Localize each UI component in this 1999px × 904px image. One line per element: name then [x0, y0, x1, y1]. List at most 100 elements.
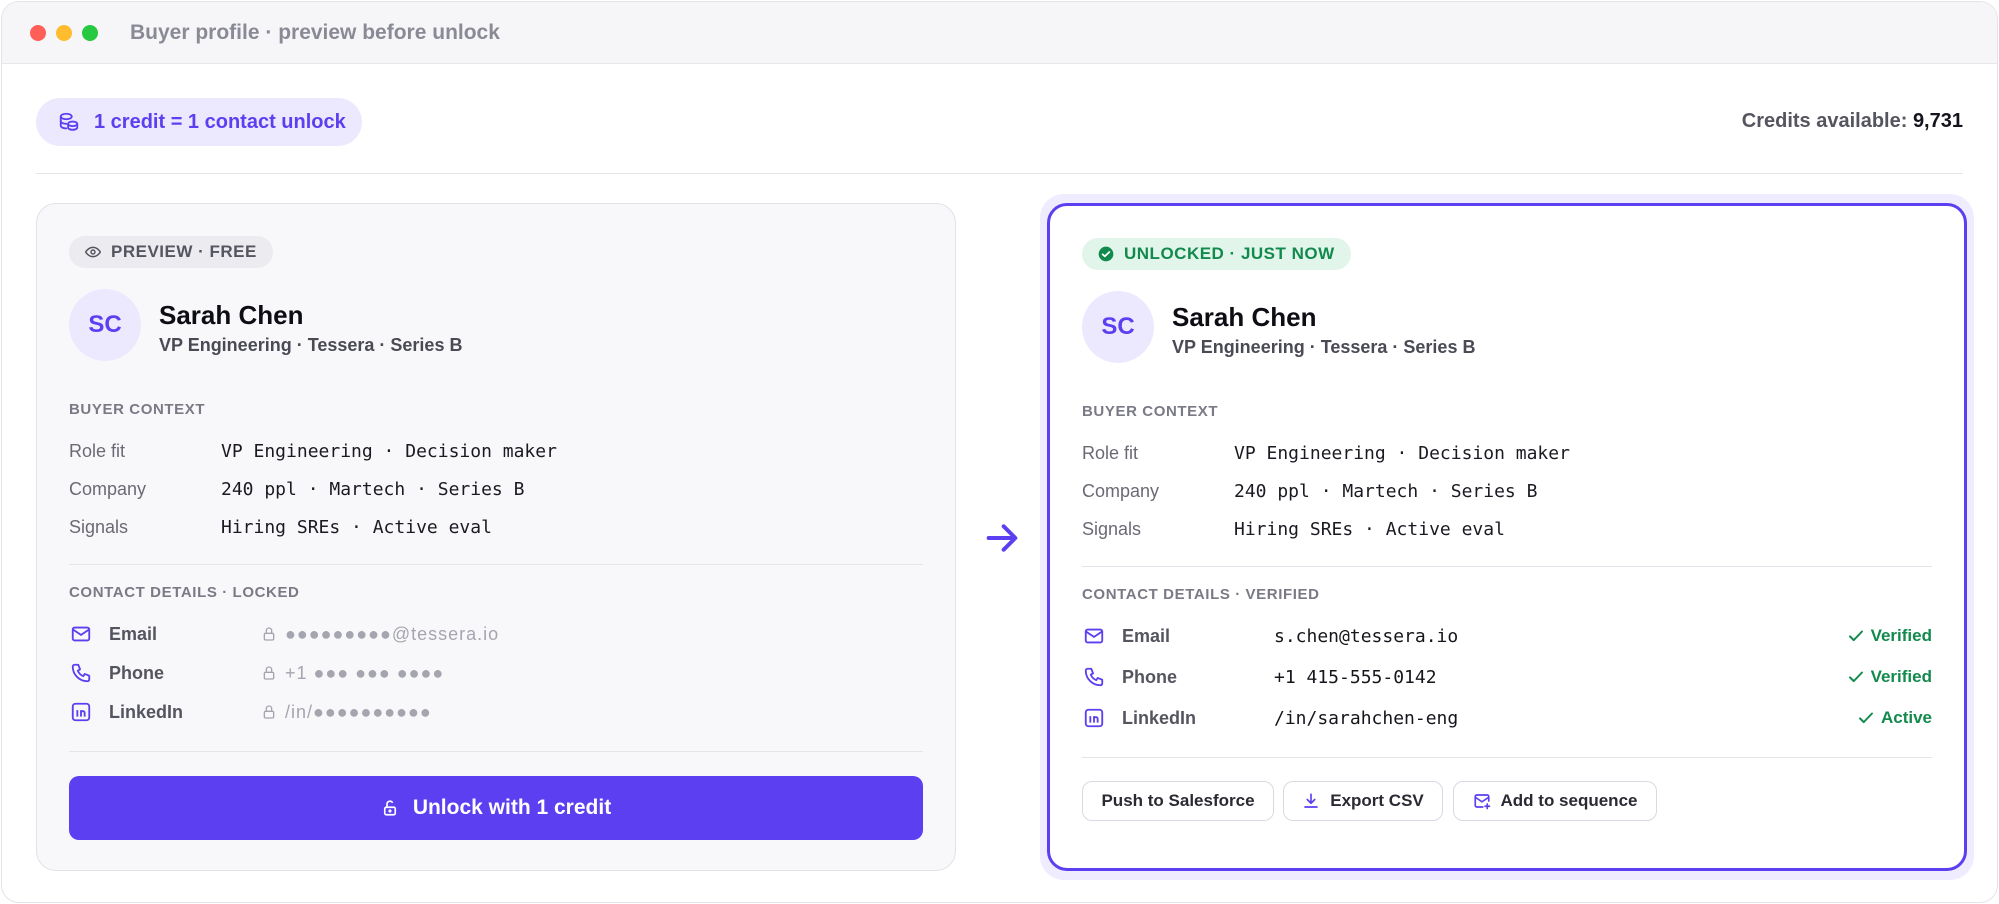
- phone-value[interactable]: +1 415-555-0142: [1274, 667, 1437, 688]
- push-to-salesforce-label: Push to Salesforce: [1101, 791, 1255, 810]
- context-row-signals: Signals Hiring SREs · Active eval: [1082, 517, 1505, 541]
- export-csv-label: Export CSV: [1330, 791, 1424, 810]
- add-to-sequence-label: Add to sequence: [1500, 791, 1638, 810]
- check-icon: [1858, 712, 1873, 724]
- email-value[interactable]: s.chen@tessera.io: [1274, 626, 1458, 647]
- contact-key: Phone: [1122, 666, 1178, 687]
- context-key: Role fit: [69, 440, 126, 461]
- phone-icon: [1082, 665, 1106, 689]
- check-icon: [1848, 630, 1863, 642]
- arrow-right-icon: [986, 524, 1018, 552]
- contact-key: Email: [109, 623, 158, 644]
- credits-available-label: Credits available:: [1741, 110, 1908, 132]
- check-icon: [1848, 671, 1863, 683]
- divider: [69, 564, 923, 565]
- contact-row-linkedin: LinkedIn /in/●●●●●●●●●●: [69, 698, 923, 726]
- push-to-salesforce-button[interactable]: Push to Salesforce: [1082, 781, 1274, 821]
- person-name: Sarah Chen: [1172, 302, 1317, 332]
- person-role: VP Engineering · Tessera · Series B: [1172, 337, 1476, 357]
- contact-details-label: CONTACT DETAILS · VERIFIED: [1082, 586, 1320, 603]
- linkedin-value[interactable]: /in/sarahchen-eng: [1274, 708, 1458, 729]
- context-row-company: Company 240 ppl · Martech · Series B: [1082, 479, 1537, 503]
- status-label: Verified: [1870, 626, 1932, 645]
- linkedin-icon: [1082, 706, 1106, 730]
- export-csv-button[interactable]: Export CSV: [1283, 781, 1443, 821]
- context-value: Hiring SREs · Active eval: [221, 516, 492, 538]
- eye-icon: [85, 246, 101, 258]
- contact-row-email: Email s.chen@tessera.io Verified: [1082, 622, 1932, 650]
- mail-icon: [69, 622, 93, 646]
- buyer-context-label: BUYER CONTEXT: [69, 401, 206, 418]
- credit-pill-label: 1 credit = 1 contact unlock: [94, 110, 346, 133]
- status-badge: Verified: [1847, 626, 1932, 646]
- contact-details-label: CONTACT DETAILS · LOCKED: [69, 584, 300, 601]
- person-role: VP Engineering · Tessera · Series B: [159, 335, 463, 355]
- download-icon: [1304, 793, 1319, 808]
- contact-row-email: Email ●●●●●●●●●@tessera.io: [69, 620, 923, 648]
- context-row-signals: Signals Hiring SREs · Active eval: [69, 515, 492, 539]
- status-badge: Verified: [1847, 667, 1932, 687]
- masked-value: /in/●●●●●●●●●●: [285, 701, 432, 722]
- preview-card: PREVIEW · FREE SC Sarah Chen VP Engineer…: [36, 203, 956, 871]
- credit-info-pill: 1 credit = 1 contact unlock: [36, 98, 362, 146]
- status-label: Verified: [1870, 667, 1932, 686]
- masked-value: ●●●●●●●●●@tessera.io: [285, 623, 500, 644]
- context-key: Signals: [69, 516, 129, 537]
- contact-key: Email: [1122, 625, 1171, 646]
- contact-key: LinkedIn: [1122, 707, 1197, 728]
- credits-available-value: 9,731: [1912, 110, 1963, 132]
- contact-key: LinkedIn: [109, 701, 184, 722]
- title-bar: Buyer profile · preview before unlock: [2, 2, 1997, 64]
- context-row-company: Company 240 ppl · Martech · Series B: [69, 477, 524, 501]
- divider: [1082, 757, 1932, 758]
- contact-row-phone: Phone +1 ●●● ●●● ●●●●: [69, 659, 923, 687]
- credits-available: Credits available: 9,731: [1742, 110, 1963, 133]
- context-key: Signals: [1082, 518, 1142, 539]
- close-window-button[interactable]: [30, 24, 46, 41]
- preview-badge-label: PREVIEW · FREE: [111, 242, 257, 261]
- person-name: Sarah Chen: [159, 300, 304, 330]
- context-value: VP Engineering · Decision maker: [221, 440, 557, 462]
- context-row-role-fit: Role fit VP Engineering · Decision maker: [69, 439, 557, 463]
- unlock-button-label: Unlock with 1 credit: [412, 796, 612, 819]
- divider: [36, 173, 1963, 174]
- buyer-context-label: BUYER CONTEXT: [1082, 403, 1219, 420]
- contact-row-phone: Phone +1 415-555-0142 Verified: [1082, 663, 1932, 691]
- mail-icon: [1082, 624, 1106, 648]
- status-label: Active: [1880, 708, 1932, 727]
- unlock-icon: [383, 800, 396, 816]
- avatar: SC: [1082, 291, 1154, 363]
- window-title: Buyer profile · preview before unlock: [130, 20, 500, 44]
- app-window: Buyer profile · preview before unlock 1 …: [1, 1, 1998, 903]
- lock-icon: [261, 704, 277, 720]
- linkedin-icon: [69, 700, 93, 724]
- maximize-window-button[interactable]: [82, 24, 98, 41]
- divider: [69, 751, 923, 752]
- contact-row-linkedin: LinkedIn /in/sarahchen-eng Active: [1082, 704, 1932, 732]
- unlocked-badge-label: UNLOCKED · JUST NOW: [1124, 244, 1335, 263]
- phone-icon: [69, 661, 93, 685]
- masked-value: +1 ●●● ●●● ●●●●: [285, 662, 445, 683]
- lock-icon: [261, 626, 277, 642]
- avatar: SC: [69, 289, 141, 361]
- check-circle-icon: [1098, 246, 1114, 262]
- context-row-role-fit: Role fit VP Engineering · Decision maker: [1082, 441, 1570, 465]
- context-key: Company: [69, 478, 147, 499]
- context-value: 240 ppl · Martech · Series B: [221, 478, 525, 500]
- contact-key: Phone: [109, 662, 165, 683]
- coins-icon: [59, 112, 79, 131]
- minimize-window-button[interactable]: [56, 24, 72, 41]
- context-key: Role fit: [1082, 442, 1139, 463]
- context-value: 240 ppl · Martech · Series B: [1234, 480, 1538, 502]
- unlocked-card: UNLOCKED · JUST NOW SC Sarah Chen VP Eng…: [1047, 203, 1967, 871]
- unlock-button[interactable]: Unlock with 1 credit: [69, 776, 923, 840]
- context-value: Hiring SREs · Active eval: [1234, 518, 1505, 540]
- lock-icon: [261, 665, 277, 681]
- divider: [1082, 566, 1932, 567]
- context-key: Company: [1082, 480, 1160, 501]
- mail-plus-icon: [1473, 794, 1490, 810]
- context-value: VP Engineering · Decision maker: [1234, 442, 1570, 464]
- status-badge: Active: [1857, 708, 1932, 728]
- preview-badge: PREVIEW · FREE: [69, 236, 273, 268]
- add-to-sequence-button[interactable]: Add to sequence: [1453, 781, 1657, 821]
